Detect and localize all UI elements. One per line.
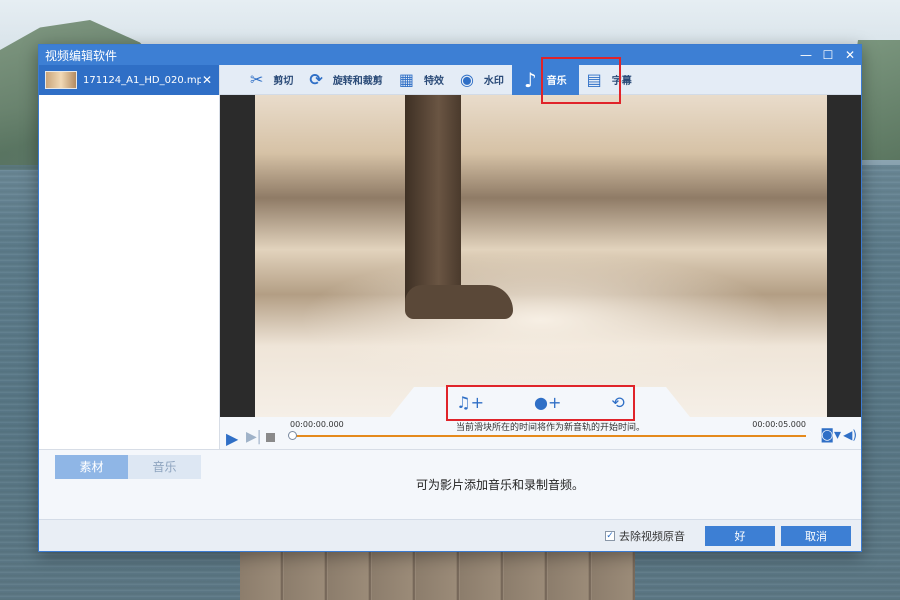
tool-effects[interactable]: ▦ 特效 — [391, 65, 452, 95]
music-icon: ♪ — [523, 67, 537, 92]
add-music-icon[interactable]: ♫+ — [456, 393, 484, 412]
tool-rotate-crop[interactable]: ⟳ 旋转和裁剪 — [301, 65, 390, 95]
subtitle-icon: ▤ — [586, 70, 602, 89]
replace-music-icon[interactable]: ⟲ — [611, 393, 624, 412]
window-title: 视频编辑软件 — [45, 48, 118, 63]
scissors-icon: ✂ — [250, 70, 264, 89]
tool-label: 音乐 — [546, 76, 567, 87]
tab-music[interactable]: 音乐 — [128, 455, 201, 479]
ok-button[interactable]: 好 — [705, 525, 775, 546]
timeline-track[interactable] — [290, 435, 806, 437]
tool-label: 字幕 — [611, 76, 632, 87]
timeline: ▶ ▶| 00:00:00.000 当前滑块所在的时间将作为新音轨的开始时间。 … — [220, 417, 861, 449]
remove-original-audio-label: 去除视频原音 — [619, 529, 685, 543]
watermark-icon: ◉ — [459, 70, 474, 89]
title-bar[interactable]: 视频编辑软件 — ☐ ✕ — [39, 45, 861, 65]
tool-music[interactable]: ♪ 音乐 — [511, 64, 579, 95]
video-thumbnail — [45, 71, 77, 89]
maximize-button[interactable]: ☐ — [817, 45, 839, 65]
minimize-button[interactable]: — — [795, 45, 817, 65]
info-text: 可为影片添加音乐和录制音频。 — [415, 478, 584, 492]
tool-label: 水印 — [483, 76, 504, 87]
video-preview: ♫+ ●+ ⟲ — [220, 95, 861, 417]
tool-cut[interactable]: ✂ 剪切 — [242, 65, 301, 95]
file-list-item[interactable]: 171124_A1_HD_020.mp4 ✕ — [39, 65, 219, 95]
step-forward-icon[interactable]: ▶| — [246, 429, 261, 445]
stop-icon[interactable] — [266, 433, 275, 442]
edit-toolbar: ✂ 剪切 ⟳ 旋转和裁剪 ▦ 特效 ◉ 水印 ♪ 音乐 ▤ 字幕 — [220, 64, 861, 95]
record-audio-icon[interactable]: ●+ — [534, 393, 561, 412]
video-content-leg — [405, 95, 461, 315]
video-editor-window: 视频编辑软件 — ☐ ✕ 171124_A1_HD_020.mp4 ✕ 素材 音… — [38, 44, 862, 552]
time-start: 00:00:00.000 — [290, 420, 344, 429]
remove-original-audio[interactable]: ✓ 去除视频原音 — [605, 528, 685, 544]
effects-icon: ▦ — [398, 70, 414, 89]
video-content-foot — [405, 285, 513, 319]
time-end: 00:00:05.000 — [752, 420, 806, 429]
window-controls: — ☐ ✕ — [795, 45, 861, 65]
music-actions: ♫+ ●+ ⟲ — [220, 387, 861, 417]
camera-icon[interactable]: ◙▾ — [820, 427, 841, 443]
tool-subtitle[interactable]: ▤ 字幕 — [579, 65, 640, 95]
tool-label: 特效 — [423, 76, 444, 87]
play-icon[interactable]: ▶ — [226, 429, 238, 448]
close-button[interactable]: ✕ — [839, 45, 861, 65]
tool-label: 旋转和裁剪 — [332, 76, 383, 87]
background-pier — [240, 552, 635, 600]
editor-panel: ✂ 剪切 ⟳ 旋转和裁剪 ▦ 特效 ◉ 水印 ♪ 音乐 ▤ 字幕 ♫+ ●+ ⟲… — [220, 64, 861, 449]
file-name: 171124_A1_HD_020.mp4 — [83, 74, 201, 86]
left-tabs: 素材 音乐 — [55, 455, 201, 479]
volume-icon[interactable]: ◀) — [843, 428, 857, 442]
crop-icon: ⟳ — [309, 70, 323, 89]
video-frame — [255, 95, 827, 417]
timeline-slider[interactable] — [288, 431, 297, 440]
timeline-hint: 当前滑块所在的时间将作为新音轨的开始时间。 — [456, 423, 646, 433]
tab-material[interactable]: 素材 — [55, 455, 128, 479]
tool-watermark[interactable]: ◉ 水印 — [452, 65, 512, 95]
cancel-button[interactable]: 取消 — [781, 525, 851, 546]
media-panel: 171124_A1_HD_020.mp4 ✕ 素材 音乐 — [39, 65, 220, 479]
tool-label: 剪切 — [273, 76, 294, 87]
bottom-bar: ✓ 去除视频原音 好 取消 — [39, 519, 861, 551]
remove-file-icon[interactable]: ✕ — [201, 73, 213, 87]
remove-original-audio-checkbox[interactable]: ✓ — [605, 530, 615, 541]
main-body: 171124_A1_HD_020.mp4 ✕ 素材 音乐 ✂ 剪切 ⟳ 旋转和裁… — [39, 64, 861, 479]
